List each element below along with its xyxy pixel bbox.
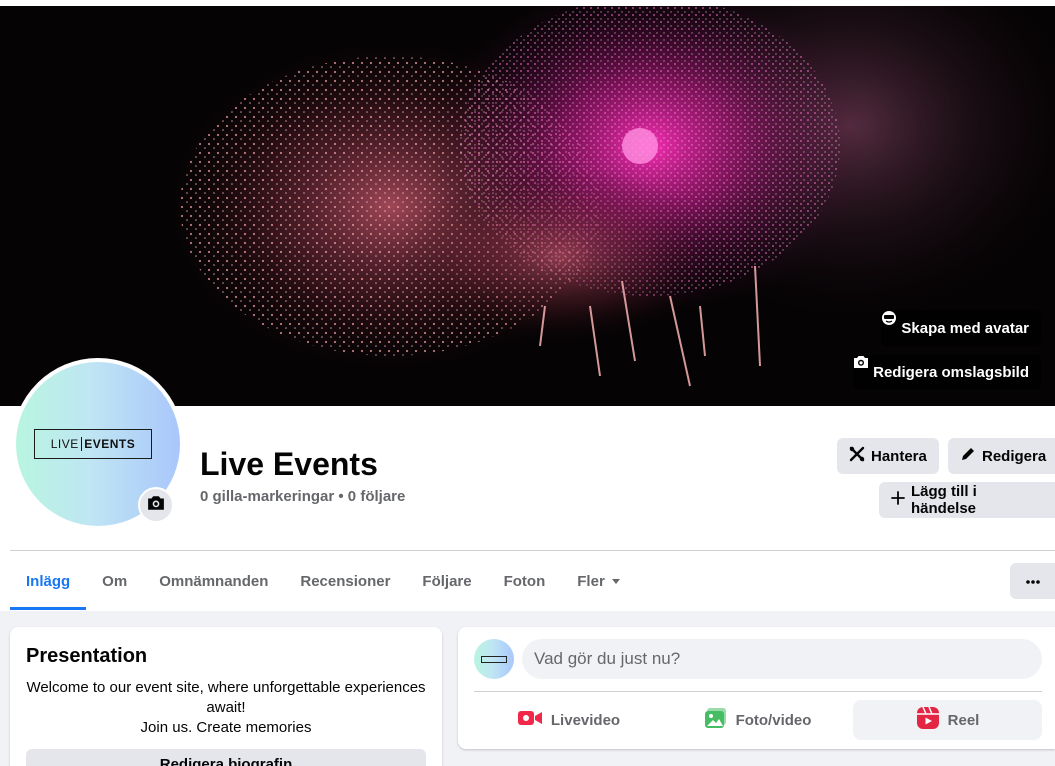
tab-mentions[interactable]: Omnämnanden	[143, 556, 284, 606]
create-avatar-label: Skapa med avatar	[901, 319, 1029, 337]
reel-icon	[916, 706, 940, 734]
plus-icon	[891, 491, 905, 509]
live-video-label: Livevideo	[550, 711, 621, 729]
manage-button[interactable]: Hantera	[837, 438, 939, 474]
post-input-placeholder: Vad gör du just nu?	[534, 649, 681, 668]
avatar	[474, 639, 514, 679]
live-events-logo: LIVE EVENTS	[34, 429, 152, 459]
intro-card: Presentation Welcome to our event site, …	[10, 627, 442, 766]
add-to-event-label: Lägg till i händelse	[911, 483, 977, 517]
intro-title: Presentation	[26, 645, 148, 667]
tab-posts[interactable]: Inlägg	[10, 556, 87, 610]
video-camera-icon	[517, 708, 543, 732]
intro-bio-line1: Welcome to our event site, where unforge…	[26, 679, 426, 716]
composer-divider	[474, 691, 1042, 692]
manage-label: Hantera	[871, 447, 927, 465]
tab-about[interactable]: Om	[86, 556, 143, 606]
page-title: Live Events	[200, 446, 378, 482]
intro-bio-line2: Join us. Create memories	[140, 719, 312, 736]
reel-label: Reel	[947, 711, 980, 729]
tab-reviews[interactable]: Recensioner	[284, 556, 406, 606]
caret-down-icon	[611, 573, 621, 590]
page-tabs: Inlägg Om Omnämnanden Recensioner Följar…	[10, 556, 637, 610]
post-input[interactable]: Vad gör du just nu?	[522, 639, 1042, 679]
add-to-event-button[interactable]: Lägg till i händelse	[879, 482, 1055, 518]
edit-bio-button[interactable]: Redigera biografin	[26, 749, 426, 766]
ellipsis-icon	[1025, 572, 1041, 590]
tab-followers[interactable]: Följare	[406, 556, 487, 606]
more-options-button[interactable]	[1010, 563, 1055, 599]
change-profile-picture-button[interactable]	[138, 487, 174, 523]
tools-icon	[849, 446, 865, 466]
edit-cover-button[interactable]: Redigera omslagsbild	[853, 354, 1041, 390]
camera-icon	[147, 494, 165, 517]
reel-button[interactable]: Reel	[853, 700, 1042, 740]
edit-label: Redigera	[982, 447, 1047, 465]
tab-more[interactable]: Fler	[561, 556, 637, 606]
create-avatar-button[interactable]: Skapa med avatar	[881, 310, 1041, 346]
live-video-button[interactable]: Livevideo	[474, 700, 663, 740]
cover-photo: Skapa med avatar Redigera omslagsbild	[0, 6, 1055, 406]
edit-cover-label: Redigera omslagsbild	[873, 363, 1029, 381]
photo-video-button[interactable]: Foto/video	[663, 700, 852, 740]
photo-icon	[704, 707, 728, 733]
page-stats: 0 gilla-markeringar • 0 följare	[200, 488, 406, 505]
edit-button[interactable]: Redigera	[948, 438, 1055, 474]
intro-bio: Welcome to our event site, where unforge…	[26, 678, 426, 738]
header-divider	[10, 550, 1055, 551]
photo-video-label: Foto/video	[735, 711, 812, 729]
avatar-logo	[481, 655, 507, 663]
post-composer: Vad gör du just nu? Livevideo Foto/video	[458, 627, 1055, 749]
tab-photos[interactable]: Foton	[488, 556, 562, 606]
fireworks-image	[0, 6, 1055, 406]
pencil-icon	[960, 446, 976, 466]
